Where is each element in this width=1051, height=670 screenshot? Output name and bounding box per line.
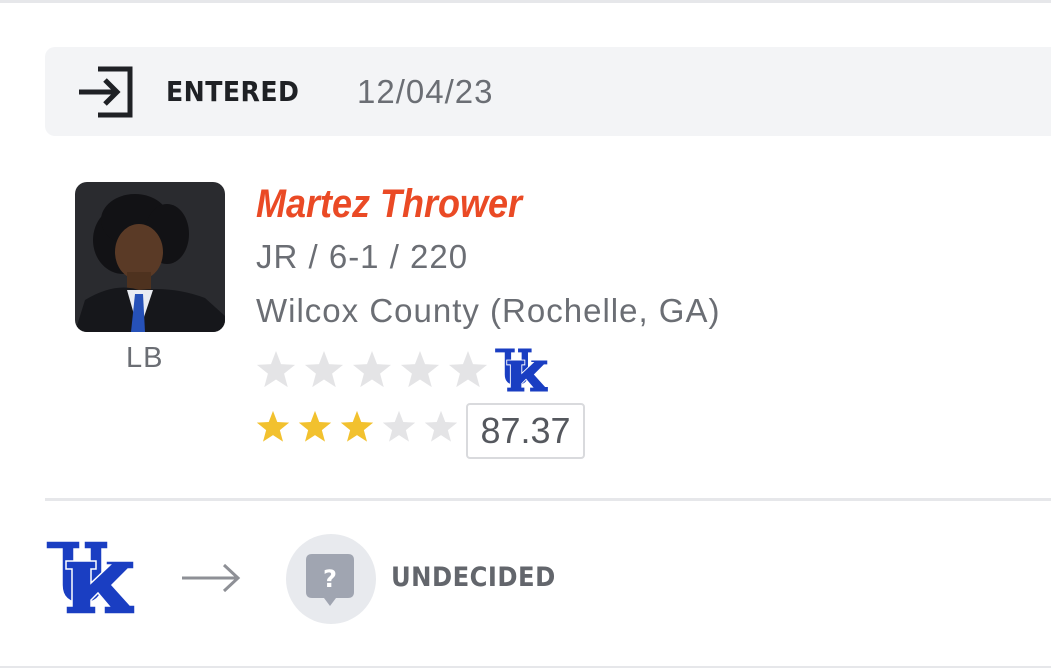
svg-text:?: ? xyxy=(323,565,337,593)
recruit-star-icon xyxy=(256,410,290,442)
recruit-star-icon xyxy=(382,410,416,442)
transfer-star-rating xyxy=(256,350,496,390)
player-name-link[interactable]: Martez Thrower xyxy=(256,182,522,227)
transfer-star-icon xyxy=(256,351,296,388)
arrow-right-icon xyxy=(182,563,241,593)
question-badge-icon: ? xyxy=(286,534,376,624)
recruit-star-rating xyxy=(256,410,466,444)
recruit-star-icon xyxy=(340,410,374,442)
player-meta: JR / 6-1 / 220 xyxy=(256,238,469,275)
status-label: ENTERED xyxy=(166,75,300,108)
transfer-star-icon xyxy=(400,351,440,388)
transfer-star-icon xyxy=(352,351,392,388)
transfer-star-icon xyxy=(448,351,488,388)
kentucky-logo[interactable] xyxy=(494,348,549,392)
recruit-star-icon xyxy=(298,410,332,442)
player-school: Wilcox County (Rochelle, GA) xyxy=(256,292,721,329)
position-label: LB xyxy=(126,342,164,374)
player-photo[interactable] xyxy=(75,182,225,332)
recruit-rating-value: 87.37 xyxy=(466,403,585,459)
section-divider xyxy=(45,498,1051,501)
top-rule xyxy=(0,0,1051,3)
bottom-rule xyxy=(0,666,1051,668)
destination-label: UNDECIDED xyxy=(391,562,556,593)
from-team-kentucky-logo[interactable] xyxy=(46,541,135,614)
transfer-star-icon xyxy=(304,351,344,388)
recruit-star-icon xyxy=(424,410,458,442)
enter-portal-icon xyxy=(79,66,133,118)
status-date: 12/04/23 xyxy=(357,73,494,110)
